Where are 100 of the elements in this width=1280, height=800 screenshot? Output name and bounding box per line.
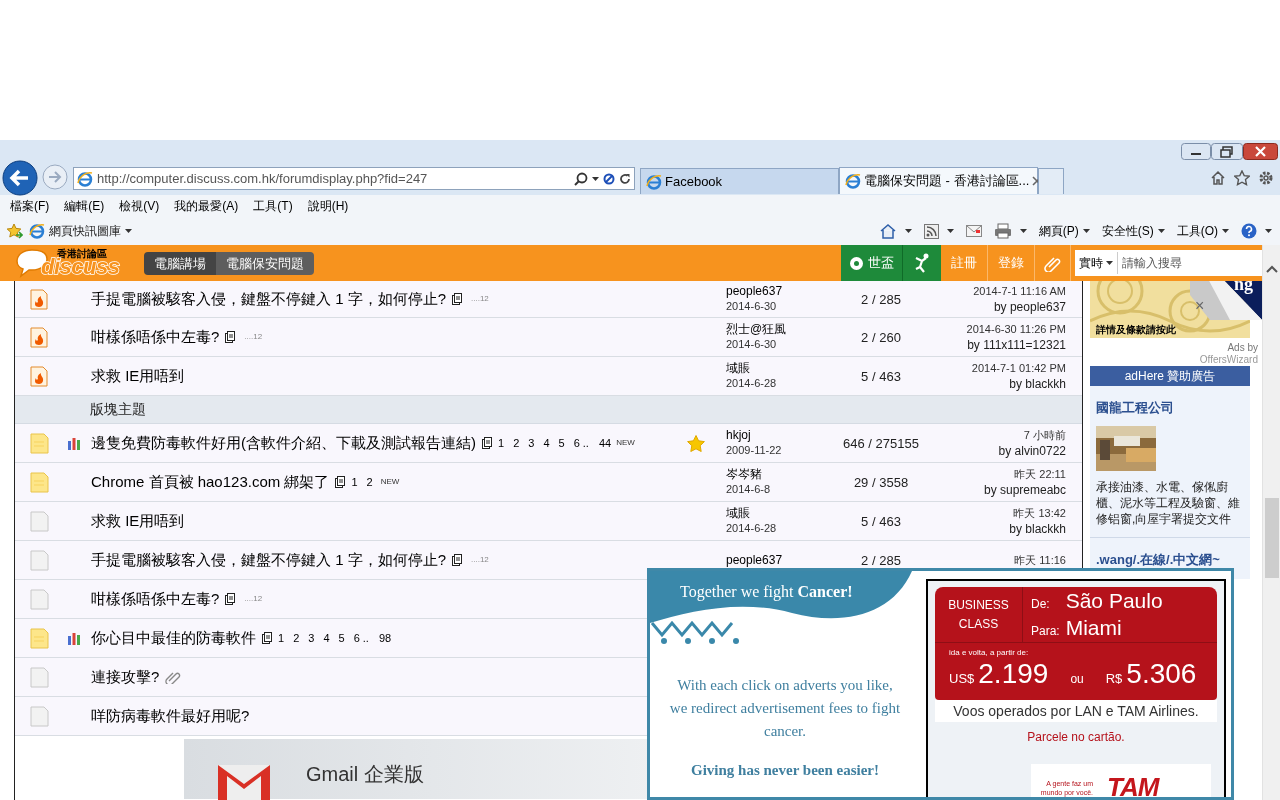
- breadcrumb-link[interactable]: 電腦講場: [144, 251, 216, 275]
- sponsor-link[interactable]: 國龍工程公司: [1096, 398, 1244, 418]
- popup-slogan: Giving has never been easier!: [689, 761, 880, 780]
- author-name[interactable]: 域賬: [726, 361, 831, 376]
- page-link[interactable]: 98: [378, 629, 392, 647]
- close-button[interactable]: [1243, 143, 1278, 160]
- menu-item[interactable]: 檔案(F): [10, 197, 50, 215]
- envelope-logo-icon: [218, 763, 270, 800]
- home-icon[interactable]: [1210, 170, 1226, 186]
- close-button[interactable]: ×: [1195, 298, 1205, 314]
- home-icon[interactable]: [878, 223, 897, 239]
- installments-note: Parcele no cartão.: [1027, 729, 1125, 746]
- browser-tab[interactable]: 電腦保安問題 - 香港討論區...: [839, 167, 1038, 194]
- scrollbar[interactable]: [1262, 245, 1280, 800]
- document-icon: [29, 549, 49, 571]
- caret-icon: [125, 229, 132, 233]
- search-field[interactable]: 實時 請輸入搜尋: [1075, 250, 1262, 276]
- thread-title[interactable]: 咩防病毒軟件最好用呢?: [91, 704, 250, 728]
- author-name[interactable]: hkjoj: [726, 428, 831, 443]
- command-menu[interactable]: 工具(O): [1176, 222, 1229, 240]
- multipage-icon: [262, 632, 272, 644]
- help-icon[interactable]: [1241, 223, 1257, 239]
- mail-icon[interactable]: [965, 225, 982, 237]
- menu-item[interactable]: 編輯(E): [64, 197, 105, 215]
- page-link[interactable]: 2: [290, 629, 303, 647]
- favorites-icon[interactable]: [6, 223, 23, 239]
- page-link[interactable]: 6 ..: [350, 629, 372, 647]
- breadcrumb-link[interactable]: 電腦保安問題: [216, 251, 314, 275]
- thread-title[interactable]: 你心目中最佳的防毒軟件: [91, 626, 256, 650]
- page-link[interactable]: 2: [510, 434, 523, 452]
- thread-title[interactable]: 手提電腦被駭客入侵，鍵盤不停鍵入 1 字，如何停止?: [91, 548, 447, 572]
- page-link[interactable]: 3: [305, 629, 318, 647]
- multipage-icon: [225, 331, 236, 343]
- thread-title[interactable]: 邊隻免費防毒軟件好用(含軟件介紹、下載及測試報告連結): [91, 431, 476, 455]
- thread-title[interactable]: Chrome 首頁被 hao123.com 綁架了: [91, 470, 330, 494]
- page-link[interactable]: 5: [555, 434, 568, 452]
- feed-icon[interactable]: [923, 223, 939, 239]
- print-icon[interactable]: [993, 223, 1012, 239]
- thread-title[interactable]: 咁樣係唔係中左毒?: [91, 325, 220, 349]
- page-link[interactable]: 2: [363, 473, 376, 491]
- page-link[interactable]: 1: [275, 629, 288, 647]
- new-label: NEW: [380, 476, 400, 488]
- page-link[interactable]: 4: [320, 629, 333, 647]
- world-cup-button[interactable]: 世盃: [841, 245, 903, 281]
- command-menu[interactable]: 安全性(S): [1101, 222, 1165, 240]
- command-menu[interactable]: 網頁(P): [1038, 222, 1090, 240]
- restore-button[interactable]: [1211, 143, 1243, 160]
- price: 5.306: [1126, 659, 1197, 689]
- caret-icon: [1106, 261, 1113, 265]
- last-poster[interactable]: by alvin0722: [998, 443, 1066, 459]
- menu-item[interactable]: 工具(T): [253, 197, 293, 215]
- author-name[interactable]: people637: [726, 552, 831, 568]
- reply-count: 2 / 285: [861, 292, 901, 307]
- sponsor-link[interactable]: .wang/.在線/.中文網~: [1096, 549, 1244, 569]
- address-bar[interactable]: http://computer.discuss.com.hk/forumdisplay.php?fid=247: [73, 167, 635, 190]
- thread-title[interactable]: 連接攻擊?: [91, 665, 160, 689]
- page-link[interactable]: 1: [348, 473, 361, 491]
- last-poster[interactable]: by people637: [993, 299, 1066, 315]
- scrollbar-thumb[interactable]: [1265, 498, 1279, 578]
- page-link[interactable]: 4: [540, 434, 553, 452]
- player-button[interactable]: [903, 245, 941, 281]
- minimize-button[interactable]: [1181, 143, 1211, 160]
- author-name[interactable]: 域賬: [726, 506, 831, 521]
- favorites-star-icon[interactable]: [1234, 170, 1250, 186]
- thread-title[interactable]: 求救 IE用唔到: [91, 364, 185, 388]
- paperclip-icon[interactable]: [1043, 254, 1062, 272]
- last-poster[interactable]: by supremeabc: [983, 482, 1066, 498]
- scroll-up-icon[interactable]: [1266, 265, 1278, 273]
- post-date: 2014-6-28: [726, 521, 778, 536]
- thread-title[interactable]: 咁樣係唔係中左毒?: [91, 587, 220, 611]
- multipage-icon: [225, 593, 236, 605]
- thread-title[interactable]: 手提電腦被駭客入侵，鍵盤不停鍵入 1 字，如何停止?: [91, 287, 447, 311]
- last-poster[interactable]: by blackkh: [1009, 521, 1066, 537]
- author-name[interactable]: 烈士@狂風: [726, 322, 831, 337]
- scope-dropdown[interactable]: 實時: [1075, 252, 1118, 274]
- page-link[interactable]: 5: [335, 629, 348, 647]
- page-link[interactable]: 1: [495, 434, 508, 452]
- back-button[interactable]: [2, 160, 38, 196]
- last-poster[interactable]: by 111x111=12321: [967, 337, 1066, 353]
- menu-item[interactable]: 我的最愛(A): [174, 197, 239, 215]
- last-poster[interactable]: by blackkh: [1009, 376, 1066, 392]
- page-link[interactable]: 44: [598, 434, 612, 452]
- author-name[interactable]: 岑岑豬: [726, 467, 831, 482]
- reply-count: 5 / 463: [861, 369, 901, 384]
- ad-caption[interactable]: 詳情及條款請按此: [1096, 324, 1176, 336]
- menu-item[interactable]: 檢視(V): [119, 197, 160, 215]
- menu-item[interactable]: 說明(H): [307, 197, 349, 215]
- search-icon[interactable]: [574, 171, 588, 186]
- browser-tab[interactable]: Facebook: [640, 168, 839, 194]
- author-name[interactable]: people637: [726, 284, 831, 299]
- page-link[interactable]: 3: [525, 434, 538, 452]
- favorites-bar-item[interactable]: 網頁快訊圖庫: [29, 222, 132, 240]
- popup-heading: Together we fight Cancer!: [680, 582, 853, 603]
- stop-icon[interactable]: [603, 172, 615, 185]
- caret-icon: [904, 229, 912, 233]
- refresh-icon[interactable]: [619, 172, 631, 185]
- thread-title[interactable]: 求救 IE用唔到: [91, 509, 185, 533]
- settings-icon[interactable]: [1258, 170, 1274, 186]
- page-link[interactable]: 6 ..: [570, 434, 592, 452]
- last-post-time: 2014-6-30 11:26 PM: [966, 322, 1066, 337]
